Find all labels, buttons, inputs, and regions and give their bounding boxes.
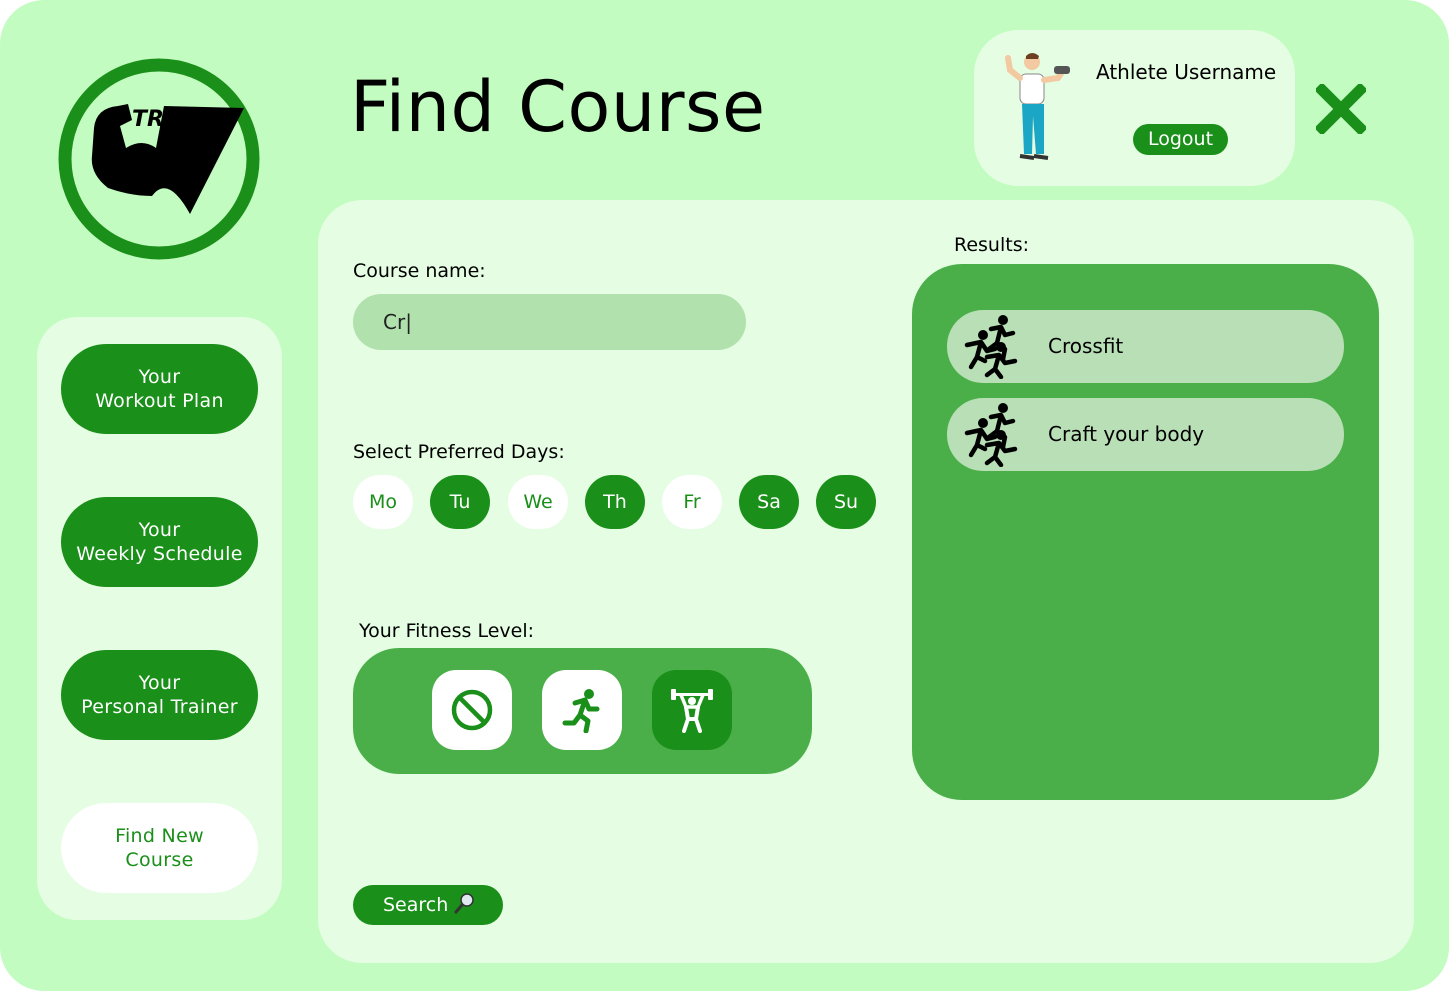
train-logo: TRAIN [58, 58, 260, 260]
result-item[interactable]: Crossfit [947, 310, 1344, 383]
fitness-level-label: Your Fitness Level: [359, 620, 534, 642]
app-window: TRAIN Find Course Athlete Username Logou… [0, 0, 1449, 991]
logout-button[interactable]: Logout [1133, 124, 1228, 155]
sidebar-item-label: Your [138, 519, 181, 541]
sidebar-item-label: Your [138, 366, 181, 388]
logo-text: TRAIN [132, 107, 208, 132]
sidebar-item-find-new-course[interactable]: Find New Course [61, 803, 258, 893]
day-toggle-fr[interactable]: Fr [662, 475, 722, 529]
group-running-icon [964, 315, 1018, 379]
course-name-label: Course name: [353, 260, 486, 282]
fitness-level-active[interactable] [542, 670, 622, 750]
search-button[interactable]: Search [353, 885, 503, 925]
search-button-label: Search [383, 894, 449, 916]
weightlifter-icon [671, 689, 713, 733]
runner-icon [562, 689, 600, 733]
fitness-level-advanced[interactable] [652, 670, 732, 750]
username: Athlete Username [1096, 60, 1277, 84]
sidebar-item-label: Weekly Schedule [76, 543, 243, 565]
group-running-icon [964, 403, 1018, 467]
sidebar-item-label: Personal Trainer [81, 696, 238, 718]
days-label: Select Preferred Days: [353, 441, 565, 463]
athlete-avatar-icon [1005, 53, 1070, 160]
sidebar-item-label: Your [138, 672, 181, 694]
sidebar-item-label: Workout Plan [95, 390, 224, 412]
result-name: Crossfit [1048, 334, 1124, 358]
sidebar-item-personal-trainer[interactable]: Your Personal Trainer [61, 650, 258, 740]
result-item[interactable]: Craft your body [947, 398, 1344, 471]
sidebar-item-weekly-schedule[interactable]: Your Weekly Schedule [61, 497, 258, 587]
results-label: Results: [954, 234, 1030, 256]
day-toggle-sa[interactable]: Sa [739, 475, 799, 529]
day-toggle-tu[interactable]: Tu [430, 475, 490, 529]
close-icon[interactable] [1316, 84, 1366, 134]
sidebar-item-workout-plan[interactable]: Your Workout Plan [61, 344, 258, 434]
sidebar-item-label: Find New [115, 825, 204, 847]
sidebar-item-label: Course [125, 849, 194, 871]
day-toggle-we[interactable]: We [508, 475, 568, 529]
day-toggle-su[interactable]: Su [816, 475, 876, 529]
course-name-input[interactable] [353, 294, 746, 350]
no-activity-icon [451, 689, 493, 731]
day-toggle-mo[interactable]: Mo [353, 475, 413, 529]
fitness-level-none[interactable] [432, 670, 512, 750]
page-title: Find Course [350, 66, 766, 148]
result-name: Craft your body [1048, 422, 1205, 446]
day-toggle-th[interactable]: Th [585, 475, 645, 529]
magnifier-icon [454, 893, 475, 914]
